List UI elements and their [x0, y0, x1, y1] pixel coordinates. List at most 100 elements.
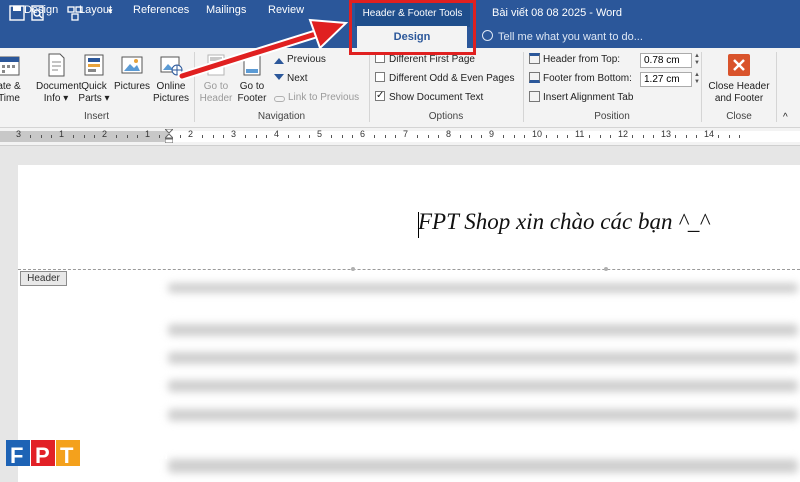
footer-from-bottom-label: Footer from Bottom:	[529, 72, 632, 86]
ruler-tick	[94, 135, 96, 138]
checkbox-box-checked	[375, 89, 385, 103]
ruler-tick	[610, 135, 612, 138]
pictures-button[interactable]: Pictures	[113, 52, 151, 93]
ruler-tick	[309, 135, 311, 138]
ruler-tick	[427, 135, 429, 138]
tell-me-search[interactable]: Tell me what you want to do...	[482, 27, 643, 48]
drag-handle[interactable]	[351, 267, 355, 271]
ruler-tick	[502, 135, 504, 138]
next-button[interactable]: Next	[274, 72, 308, 86]
go-to-footer-button[interactable]: Go to Footer	[234, 52, 270, 105]
ruler-number: 4	[274, 129, 280, 139]
group-label-navigation: Navigation	[257, 111, 306, 122]
ruler-tick	[158, 135, 160, 138]
ruler-number: 11	[575, 129, 585, 139]
group-label-close: Close	[726, 111, 752, 122]
footer-from-bottom-input[interactable]	[640, 72, 692, 87]
previous-button[interactable]: Previous	[274, 53, 326, 67]
tab-layout[interactable]: Layout	[79, 0, 112, 21]
tab-review[interactable]: Review	[268, 0, 304, 21]
ruler-number: 1	[145, 129, 151, 139]
ruler-tick	[599, 135, 601, 138]
different-odd-even-label: Different Odd & Even Pages	[389, 73, 515, 84]
ruler-tick	[384, 135, 386, 138]
quick-parts-button[interactable]: Quick Parts ▾	[78, 52, 110, 105]
ruler-number: 10	[532, 129, 543, 139]
ruler-tick	[545, 135, 547, 138]
show-document-text-checkbox[interactable]: Show Document Text	[375, 89, 483, 105]
document-info-button[interactable]: Document Info ▾	[36, 52, 82, 105]
go-to-footer-label-1: Go to	[239, 81, 265, 92]
group-label-options: Options	[428, 111, 464, 122]
tab-references[interactable]: References	[133, 0, 189, 21]
ruler-tick	[180, 135, 182, 138]
header-text[interactable]: FPT Shop xin chào các bạn ^_^	[418, 209, 709, 235]
blurred-text-line	[168, 409, 798, 421]
pictures-icon	[121, 56, 143, 74]
ruler-tick	[470, 135, 472, 138]
ruler-tick	[201, 135, 203, 138]
ruler-number: 8	[446, 129, 452, 139]
ruler-tick	[244, 135, 246, 138]
ruler-tick	[83, 135, 85, 138]
blurred-text-line	[168, 324, 798, 336]
previous-label: Previous	[287, 54, 326, 65]
go-to-footer-icon	[243, 54, 261, 76]
indent-marker-icon[interactable]	[165, 129, 173, 143]
ruler-tick	[51, 135, 53, 138]
tab-mailings[interactable]: Mailings	[206, 0, 246, 21]
ruler-tick	[524, 135, 526, 138]
ruler-number: 9	[489, 129, 495, 139]
ruler-tick	[29, 135, 31, 138]
document-info-label-1: Document	[36, 81, 82, 92]
collapse-ribbon-icon[interactable]: ^	[783, 111, 788, 125]
ruler-number: 14	[704, 129, 715, 139]
online-pictures-label-1: Online	[156, 81, 186, 92]
ruler-tick	[481, 135, 483, 138]
calendar-icon	[0, 56, 20, 76]
close-header-footer-label-1: Close Header	[708, 81, 770, 92]
lightbulb-icon	[482, 30, 493, 41]
go-to-header-button[interactable]: Go to Header	[198, 52, 234, 105]
close-header-footer-label-2: and Footer	[714, 93, 764, 104]
next-label: Next	[287, 73, 308, 84]
different-first-page-label: Different First Page	[389, 54, 475, 65]
different-odd-even-checkbox[interactable]: Different Odd & Even Pages	[375, 72, 514, 86]
ruler-tick	[223, 135, 225, 138]
close-header-footer-button[interactable]: Close Header and Footer	[706, 52, 772, 105]
ruler-tick	[298, 135, 300, 138]
ruler-tick	[674, 135, 676, 138]
svg-text:F: F	[10, 443, 23, 468]
ruler-tick	[40, 135, 42, 138]
ruler-tick	[373, 135, 375, 138]
group-label-insert: Insert	[83, 111, 109, 122]
ruler-tick	[588, 135, 590, 138]
header-from-top-input[interactable]	[640, 53, 692, 68]
ruler-number: 12	[618, 129, 629, 139]
date-time-button[interactable]: ate & Time	[0, 52, 24, 105]
ruler-number: 7	[403, 129, 409, 139]
insert-alignment-tab-button[interactable]: Insert Alignment Tab	[529, 91, 633, 105]
group-separator	[776, 52, 777, 122]
ruler-number: 5	[317, 129, 323, 139]
footer-from-bottom-text: Footer from Bottom:	[543, 73, 632, 84]
document-info-icon	[48, 53, 65, 77]
document-title: Bài viết 08 08 2025 - Word	[492, 7, 623, 19]
date-time-label-1: ate &	[0, 81, 21, 92]
different-first-page-checkbox[interactable]: Different First Page	[375, 53, 475, 67]
quick-parts-label-1: Quick	[81, 81, 107, 92]
go-to-header-label-1: Go to	[203, 81, 229, 92]
link-to-previous-button[interactable]: Link to Previous	[274, 91, 359, 105]
tab-design[interactable]: Design	[24, 0, 58, 21]
ruler-number: 3	[231, 129, 237, 139]
online-pictures-button[interactable]: Online Pictures	[151, 52, 191, 105]
ruler-tick	[126, 135, 128, 138]
drag-handle[interactable]	[604, 267, 608, 271]
alignment-tab-icon	[529, 91, 540, 102]
ruler-tick	[685, 135, 687, 138]
go-to-header-label-2: Header	[199, 93, 233, 104]
ruler-number: 2	[188, 129, 194, 139]
go-to-header-icon	[207, 54, 225, 76]
header-position-icon	[529, 53, 540, 64]
watermark-domain: .com.vn	[126, 450, 168, 462]
